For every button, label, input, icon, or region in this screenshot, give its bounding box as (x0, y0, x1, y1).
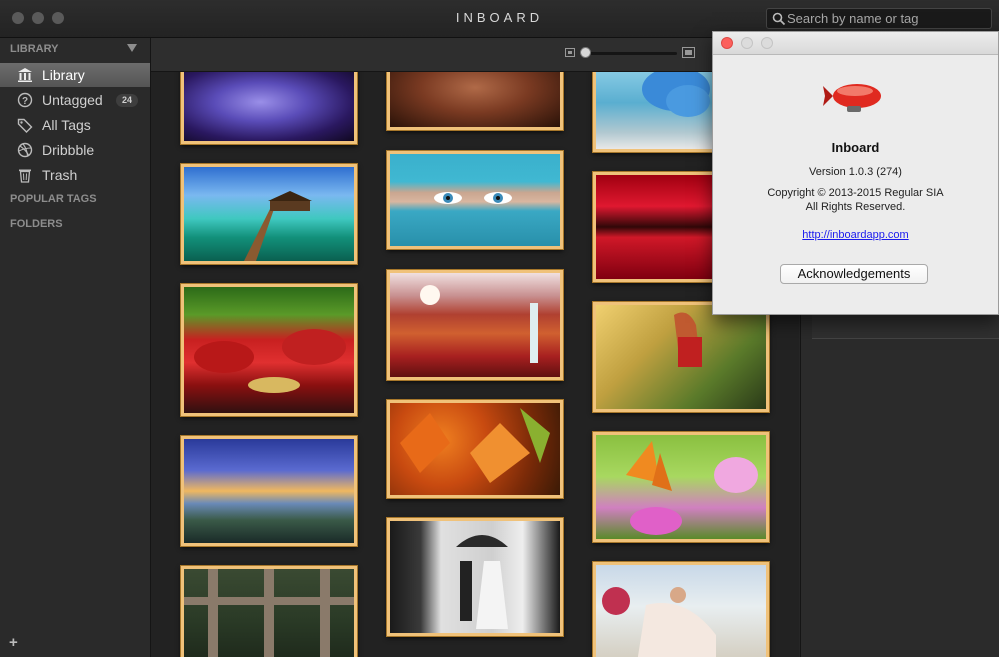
about-dialog: Inboard Version 1.0.3 (274) Copyright © … (712, 31, 999, 315)
library-section-header: LIBRARY (10, 43, 59, 55)
wedding-umbrella-image[interactable] (387, 518, 563, 636)
svg-text:?: ? (22, 96, 28, 107)
about-zoom-button (761, 37, 773, 49)
about-rights: All Rights Reserved. (805, 201, 906, 213)
about-version: Version 1.0.3 (274) (809, 166, 902, 178)
library-icon (18, 68, 32, 82)
sidebar-item-trash[interactable]: Trash (0, 163, 150, 187)
about-close-button[interactable] (721, 37, 733, 49)
popular-tags-header[interactable]: POPULAR TAGS (10, 193, 97, 205)
dribbble-icon (17, 142, 33, 158)
tattoo-image[interactable] (387, 72, 563, 130)
zoom-slider-track[interactable] (583, 52, 677, 55)
window-frame-image[interactable] (181, 566, 357, 657)
red-garden-image[interactable] (181, 284, 357, 416)
tropical-pier-image[interactable] (181, 164, 357, 264)
sidebar-item-dribbble[interactable]: Dribbble (0, 138, 150, 162)
search-icon (772, 12, 786, 26)
sidebar: LIBRARY Library ? Untagged 24 All Tags D… (0, 38, 151, 657)
inboard-window: INBOARD LIBRARY Library ? (0, 0, 999, 657)
about-copyright: Copyright © 2013-2015 Regular SIA (767, 187, 944, 199)
collapse-arrow-icon[interactable] (127, 44, 137, 52)
add-button[interactable]: + (9, 634, 18, 651)
sunset-lake-image[interactable] (181, 436, 357, 546)
blue-scarf-eyes-image[interactable] (387, 151, 563, 249)
sidebar-item-label: Untagged (42, 92, 103, 108)
sidebar-item-label: Trash (42, 167, 78, 183)
about-website-link[interactable]: http://inboardapp.com (713, 229, 998, 241)
sidebar-item-label: All Tags (42, 117, 91, 133)
sidebar-item-library[interactable]: Library (0, 63, 150, 87)
sidebar-item-label: Library (42, 67, 85, 83)
large-thumbnail-icon[interactable] (682, 47, 695, 58)
untagged-count-badge: 24 (116, 94, 139, 107)
image-grid[interactable] (151, 72, 799, 657)
about-app-name: Inboard (831, 140, 880, 155)
about-minimize-button (741, 37, 753, 49)
rose-image[interactable] (181, 72, 357, 144)
search-input[interactable] (787, 9, 987, 28)
toolbar (151, 38, 799, 72)
autumn-leaves-image[interactable] (387, 400, 563, 498)
folders-header[interactable]: FOLDERS (10, 218, 63, 230)
sidebar-item-label: Dribbble (42, 142, 95, 158)
question-icon: ? (17, 92, 33, 108)
about-title-bar (713, 32, 998, 55)
wedding-couple-image[interactable] (593, 562, 769, 657)
autumn-waterfall-image[interactable] (387, 270, 563, 380)
tag-icon (17, 118, 33, 133)
butterfly-flower-image[interactable] (593, 432, 769, 542)
inboard-blimp-logo-icon (823, 84, 881, 112)
girl-road-image[interactable] (593, 302, 769, 412)
search-box[interactable] (766, 8, 992, 29)
sidebar-item-untagged[interactable]: ? Untagged 24 (0, 88, 150, 112)
zoom-slider-knob[interactable] (580, 47, 591, 58)
trash-icon (19, 169, 31, 183)
sidebar-item-all-tags[interactable]: All Tags (0, 113, 150, 137)
small-thumbnail-icon[interactable] (565, 48, 575, 57)
acknowledgements-button[interactable]: Acknowledgements (780, 264, 928, 284)
